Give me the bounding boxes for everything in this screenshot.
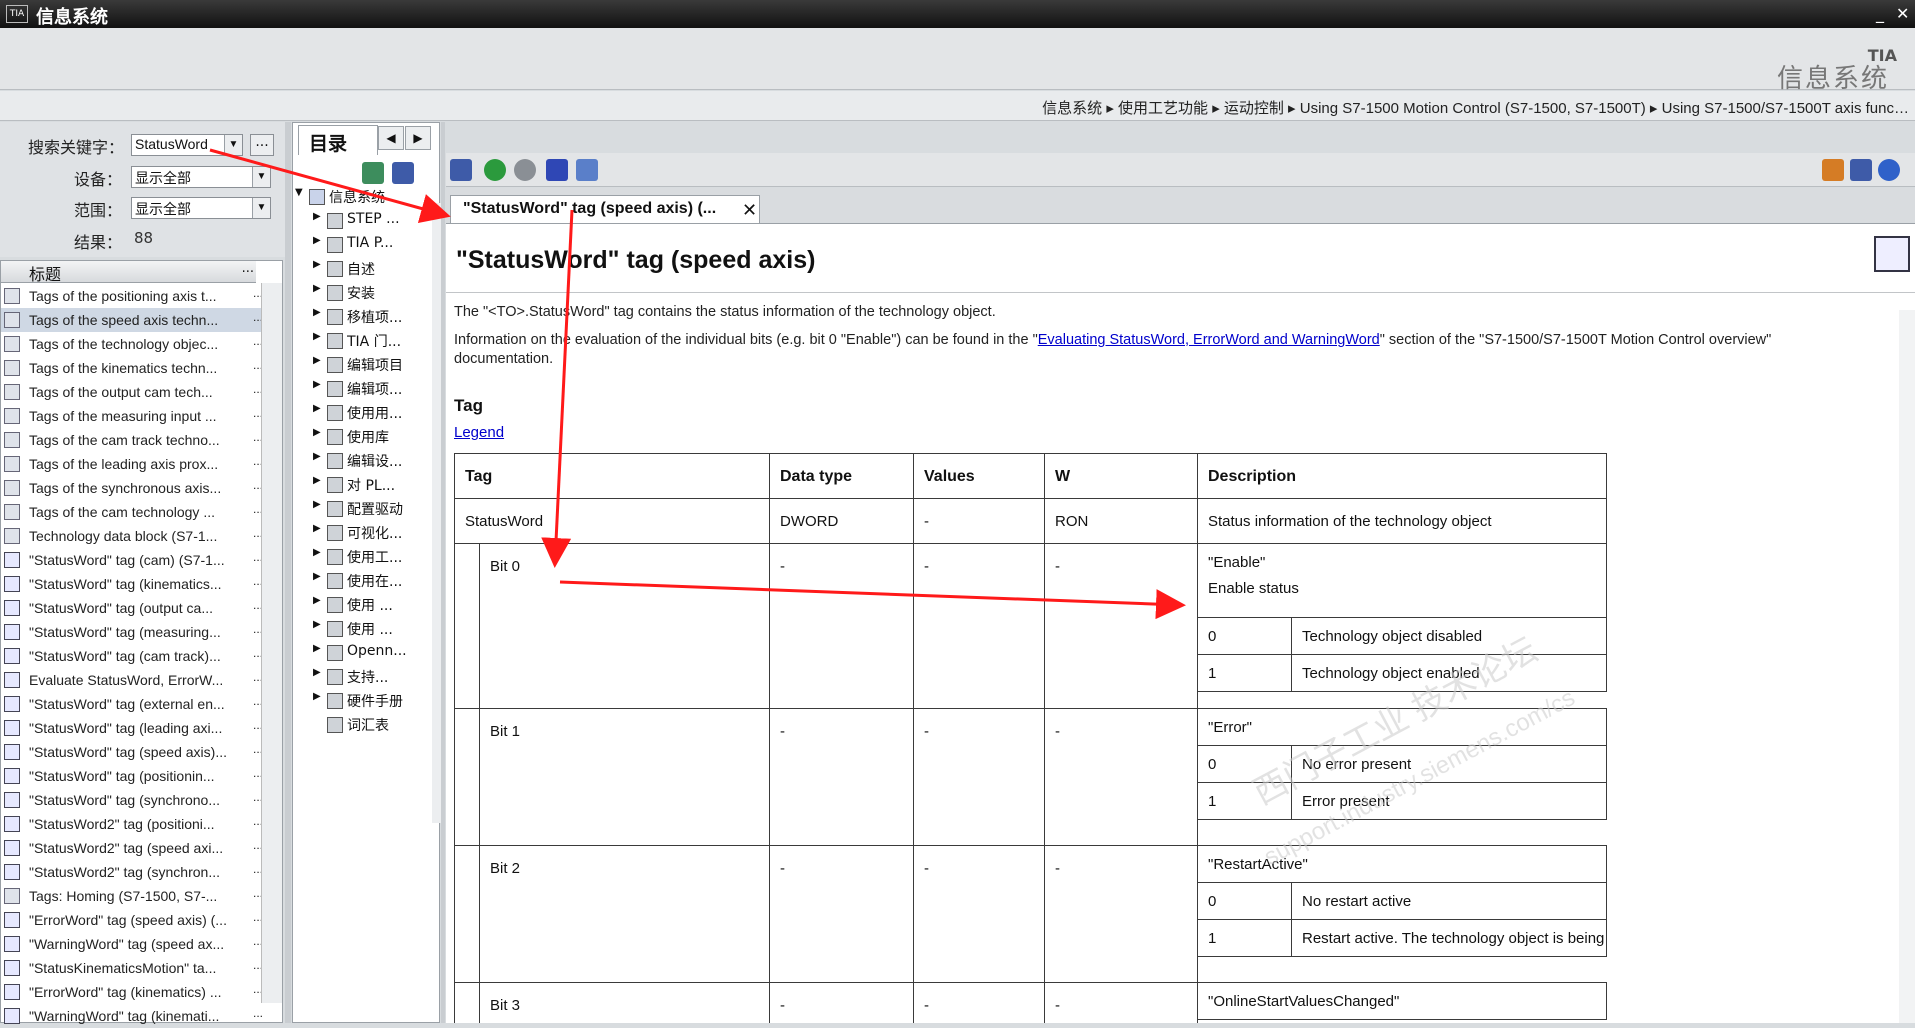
- annotation-arrows: [209, 148, 1186, 620]
- arrow-2: [541, 209, 574, 568]
- arrow-3: [559, 580, 1186, 620]
- arrow-1: [209, 148, 451, 224]
